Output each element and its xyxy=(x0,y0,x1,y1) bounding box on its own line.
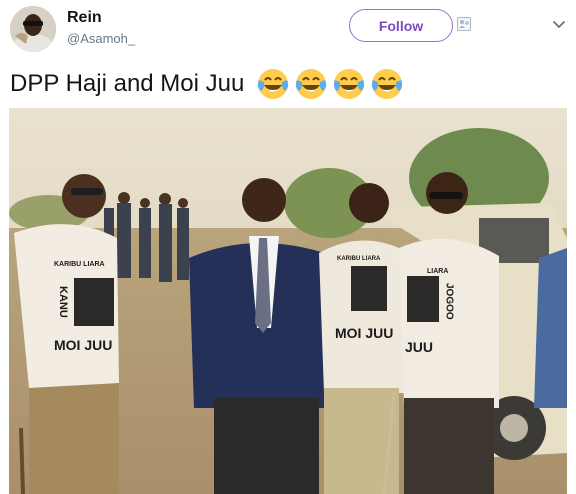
tweet-body: DPP Haji and Moi Juu xyxy=(10,70,245,97)
chevron-down-icon[interactable] xyxy=(552,20,566,30)
face-with-tears-of-joy-icon xyxy=(334,69,365,99)
follow-button[interactable]: Follow xyxy=(349,9,453,42)
shirt-text: KARIBU LIARA xyxy=(54,261,105,268)
avatar-image xyxy=(10,6,56,52)
avatar[interactable] xyxy=(10,6,56,52)
photo-scene: KARIBU LIARA KANU MOI JUU KARIBU LIARA M… xyxy=(9,108,567,494)
shirt-text: KARIBU LIARA xyxy=(337,256,381,262)
shirt-text: KANU xyxy=(57,286,69,318)
tweet-text: DPP Haji and Moi Juu xyxy=(10,64,404,104)
shirt-text: JOGOO xyxy=(444,283,455,320)
shirt-text: JUU xyxy=(405,339,433,355)
face-with-tears-of-joy-icon xyxy=(258,69,289,99)
user-handle[interactable]: @Asamoh_ xyxy=(67,31,135,46)
tweet-photo[interactable]: KARIBU LIARA KANU MOI JUU KARIBU LIARA M… xyxy=(9,108,567,494)
add-user-icon[interactable] xyxy=(457,17,471,31)
display-name[interactable]: Rein xyxy=(67,9,102,27)
shirt-text: MOI JUU xyxy=(54,337,112,353)
face-with-tears-of-joy-icon xyxy=(296,69,327,99)
shirt-text: MOI JUU xyxy=(335,325,393,341)
face-with-tears-of-joy-icon xyxy=(372,69,403,99)
shirt-text: LIARA xyxy=(427,268,448,275)
